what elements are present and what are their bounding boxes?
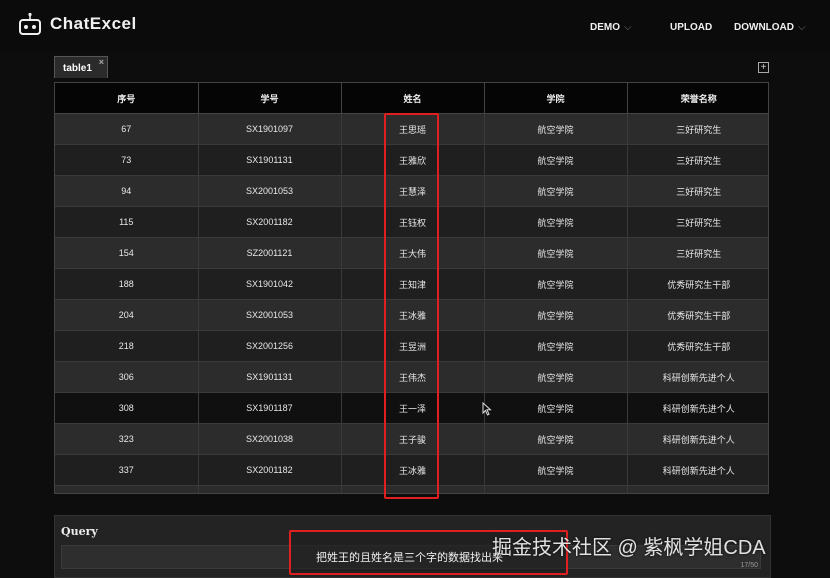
- chevron-down-icon: ⌵: [798, 22, 806, 33]
- robot-icon: [19, 12, 41, 35]
- table-cell: SX2001038: [198, 423, 342, 455]
- table-cell: 科研创新先进个人: [627, 423, 768, 455]
- table-cell: 航空学院: [484, 299, 628, 331]
- table-cell: 科研创新先进个人: [627, 485, 768, 493]
- column-header[interactable]: 学院: [484, 83, 628, 114]
- nav-demo-label: DEMO: [590, 22, 620, 33]
- table-cell: 优秀研究生干部: [627, 299, 768, 331]
- table-cell: SZ2001121: [198, 237, 342, 269]
- name-column-highlight: [384, 113, 439, 499]
- table-cell: SX2001053: [198, 299, 342, 331]
- table-cell: 67: [55, 113, 199, 145]
- column-header[interactable]: 学号: [198, 83, 342, 114]
- table-cell: SX1901187: [198, 392, 342, 424]
- table-cell: 73: [55, 144, 199, 176]
- table-cell: SX2001256: [198, 330, 342, 362]
- column-header[interactable]: 荣誉名称: [627, 83, 768, 114]
- table-cell: 154: [55, 237, 199, 269]
- table-cell: 204: [55, 299, 199, 331]
- watermark: 掘金技术社区 @ 紫枫学姐CDA: [492, 537, 766, 559]
- column-header[interactable]: 姓名: [341, 83, 485, 114]
- table-cell: 306: [55, 361, 199, 393]
- table-cell: 航空学院: [484, 268, 628, 300]
- table-cell: 218: [55, 330, 199, 362]
- table-cell: 三好研究生: [627, 113, 768, 145]
- table-cell: 188: [55, 268, 199, 300]
- table-cell: 航空学院: [484, 330, 628, 362]
- table-cell: 科研创新先进个人: [627, 361, 768, 393]
- table-cell: 航空学院: [484, 392, 628, 424]
- table-cell: 航空学院: [484, 237, 628, 269]
- table-cell: 三好研究生: [627, 175, 768, 207]
- close-icon[interactable]: ×: [99, 57, 104, 67]
- table-cell: 航空学院: [484, 485, 628, 493]
- table-cell: 航空学院: [484, 175, 628, 207]
- table-cell: 航空学院: [484, 144, 628, 176]
- nav-download[interactable]: DOWNLOAD ⌵: [734, 22, 806, 33]
- table-cell: 三好研究生: [627, 206, 768, 238]
- table-cell: 94: [55, 175, 199, 207]
- nav-upload[interactable]: UPLOAD: [670, 22, 712, 33]
- table-cell: 航空学院: [484, 454, 628, 486]
- table-cell: SX1901042: [198, 268, 342, 300]
- table-header-row: 序号 学号 姓名 学院 荣誉名称: [55, 83, 768, 114]
- add-tab-button[interactable]: +: [758, 62, 769, 73]
- table-cell: 337: [55, 454, 199, 486]
- table-cell: 航空学院: [484, 361, 628, 393]
- app-logo[interactable]: ChatExcel: [18, 12, 137, 36]
- table-cell: 科研创新先进个人: [627, 392, 768, 424]
- tab-table1[interactable]: table1 ×: [54, 56, 108, 78]
- top-navbar: ChatExcel DEMO ⌵ UPLOAD DOWNLOAD ⌵: [0, 0, 830, 52]
- table-cell: 航空学院: [484, 206, 628, 238]
- chevron-down-icon: ⌵: [624, 22, 632, 33]
- table-cell: 357: [55, 485, 199, 493]
- table-cell: SX2001182: [198, 454, 342, 486]
- query-text: 把姓王的且姓名是三个字的数据找出来: [316, 552, 503, 564]
- table-cell: 航空学院: [484, 423, 628, 455]
- table-cell: SZ1901039: [198, 485, 342, 493]
- table-cell: 308: [55, 392, 199, 424]
- table-cell: 115: [55, 206, 199, 238]
- table-cell: 优秀研究生干部: [627, 268, 768, 300]
- nav-download-label: DOWNLOAD: [734, 22, 794, 33]
- table-cell: 323: [55, 423, 199, 455]
- table-cell: 航空学院: [484, 113, 628, 145]
- table-cell: SX1901131: [198, 144, 342, 176]
- mouse-cursor-icon: [482, 402, 492, 416]
- app-name: ChatExcel: [50, 14, 137, 33]
- table-cell: 科研创新先进个人: [627, 454, 768, 486]
- table-cell: 三好研究生: [627, 144, 768, 176]
- nav-upload-label: UPLOAD: [670, 22, 713, 33]
- query-label: Query: [61, 525, 98, 538]
- table-cell: SX2001053: [198, 175, 342, 207]
- char-counter: 17/50: [740, 562, 758, 569]
- table-cell: 三好研究生: [627, 237, 768, 269]
- table-cell: 优秀研究生干部: [627, 330, 768, 362]
- column-header[interactable]: 序号: [55, 83, 199, 114]
- table-cell: SX1901097: [198, 113, 342, 145]
- table-cell: SX1901131: [198, 361, 342, 393]
- table-cell: SX2001182: [198, 206, 342, 238]
- nav-demo[interactable]: DEMO ⌵: [590, 22, 632, 33]
- tab-label: table1: [63, 63, 92, 74]
